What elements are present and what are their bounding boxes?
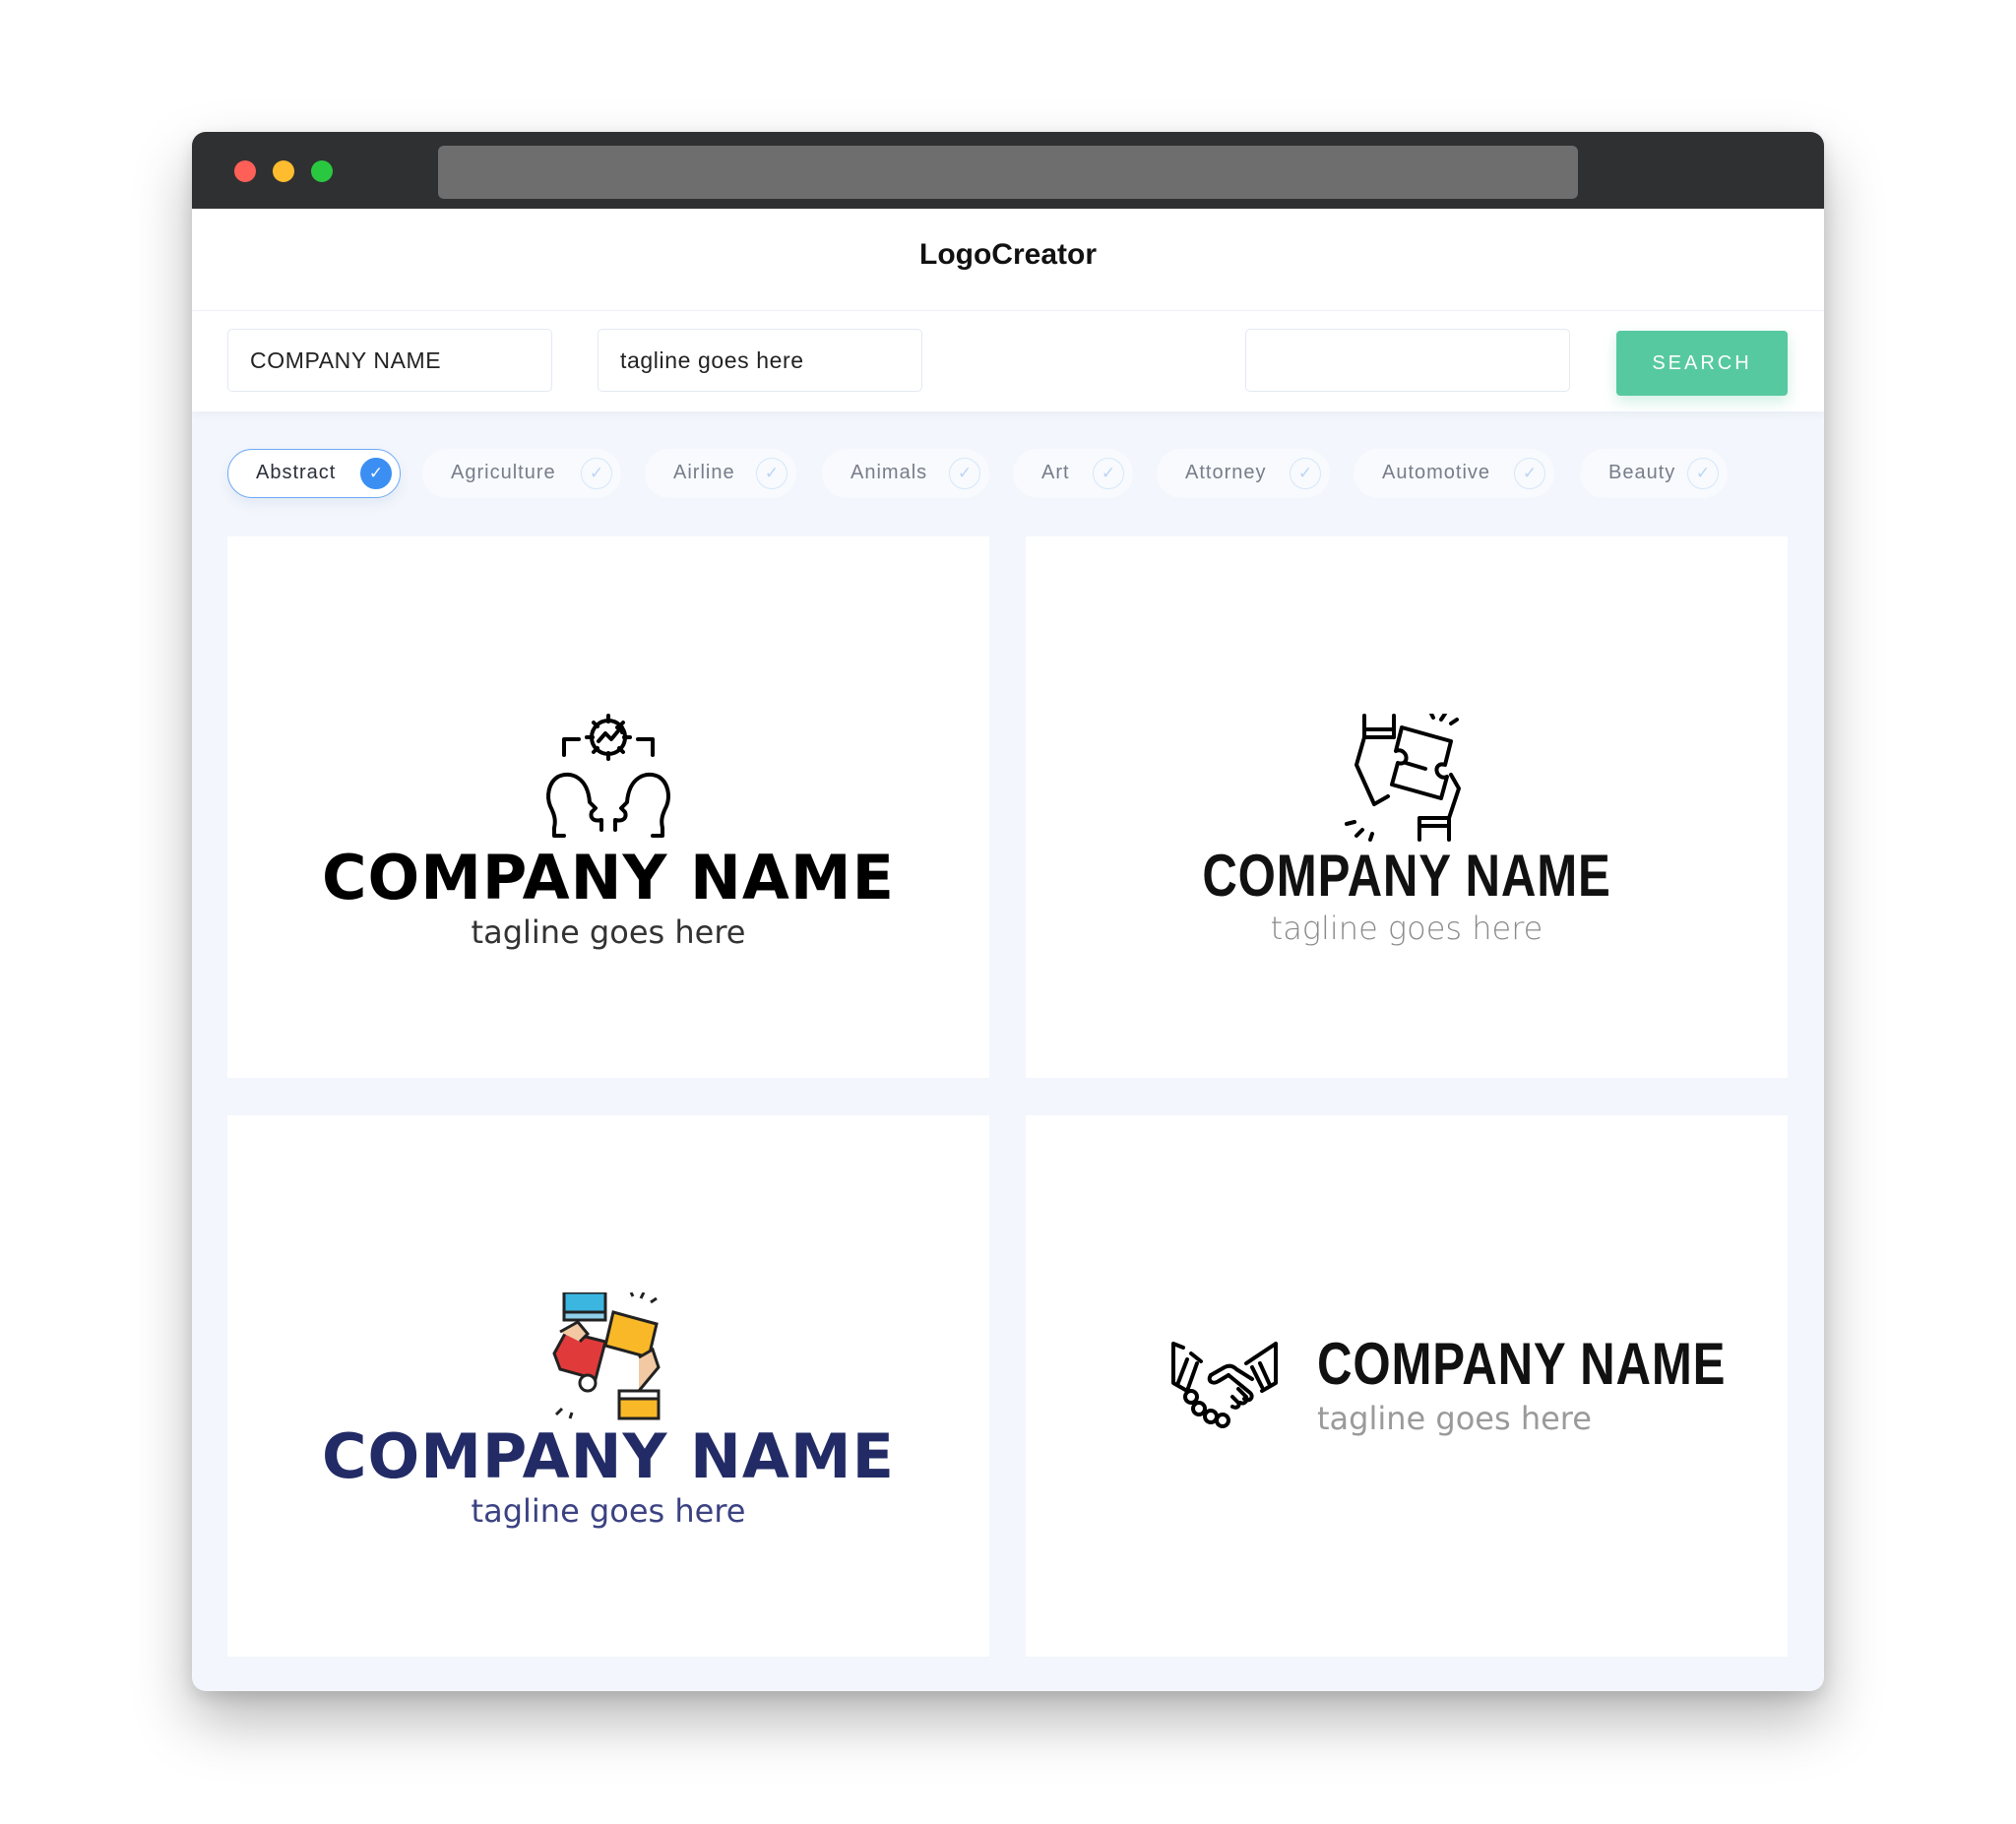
check-icon: ✓	[756, 458, 788, 489]
logo-company-name: COMPANY NAME	[1317, 1331, 1727, 1397]
search-button[interactable]: SEARCH	[1616, 331, 1788, 396]
logo-company-name: COMPANY NAME	[1202, 843, 1611, 909]
heads-gear-icon	[546, 714, 670, 838]
category-label: Animals	[850, 462, 928, 483]
category-chip-art[interactable]: Art ✓	[1013, 449, 1133, 498]
check-icon: ✓	[949, 458, 980, 489]
logo-company-name: COMPANY NAME	[322, 1420, 895, 1492]
app-header: LogoCreator	[192, 209, 1824, 311]
logo-card[interactable]: COMPANY NAME tagline goes here	[1026, 536, 1788, 1078]
logo-card[interactable]: COMPANY NAME tagline goes here	[227, 1115, 989, 1657]
company-name-input[interactable]: COMPANY NAME	[227, 329, 552, 392]
category-label: Airline	[673, 462, 735, 483]
logo-card[interactable]: COMPANY NAME tagline goes here	[227, 536, 989, 1078]
handshake-icon	[1171, 1342, 1278, 1428]
app-title: LogoCreator	[919, 238, 1097, 271]
category-chip-airline[interactable]: Airline ✓	[645, 449, 796, 498]
category-label: Attorney	[1185, 462, 1267, 483]
logo-card[interactable]: COMPANY NAME tagline goes here	[1026, 1115, 1788, 1657]
check-icon: ✓	[1687, 458, 1719, 489]
category-label: Automotive	[1382, 462, 1491, 483]
close-window-button[interactable]	[234, 160, 256, 182]
category-label: Agriculture	[451, 462, 556, 483]
category-chip-beauty[interactable]: Beauty ✓	[1580, 449, 1728, 498]
category-label: Art	[1041, 462, 1070, 483]
category-label: Beauty	[1608, 462, 1676, 483]
category-chip-abstract[interactable]: Abstract ✓	[227, 449, 401, 498]
category-chip-animals[interactable]: Animals ✓	[822, 449, 989, 498]
check-icon: ✓	[360, 458, 392, 489]
logo-tagline: tagline goes here	[471, 1492, 746, 1530]
check-icon: ✓	[1514, 458, 1545, 489]
title-bar	[192, 132, 1824, 209]
logo-tagline: tagline goes here	[471, 913, 746, 951]
search-row: COMPANY NAME tagline goes here SEARCH	[192, 311, 1824, 411]
address-bar[interactable]	[438, 146, 1578, 199]
browser-window: LogoCreator COMPANY NAME tagline goes he…	[192, 132, 1824, 1691]
minimize-window-button[interactable]	[273, 160, 294, 182]
check-icon: ✓	[1290, 458, 1321, 489]
keyword-input[interactable]	[1245, 329, 1570, 392]
check-icon: ✓	[581, 458, 612, 489]
maximize-window-button[interactable]	[311, 160, 333, 182]
puzzle-hands-outline-icon	[1345, 714, 1461, 842]
category-chip-automotive[interactable]: Automotive ✓	[1354, 449, 1554, 498]
tagline-input[interactable]: tagline goes here	[598, 329, 922, 392]
logo-tagline: tagline goes here	[1317, 1400, 1592, 1437]
category-chip-agriculture[interactable]: Agriculture ✓	[422, 449, 621, 498]
logo-company-name: COMPANY NAME	[322, 842, 895, 913]
puzzle-hands-color-icon	[552, 1292, 661, 1420]
category-filter-row: Abstract ✓ Agriculture ✓ Airline ✓ Anima…	[192, 427, 1824, 516]
check-icon: ✓	[1093, 458, 1124, 489]
category-label: Abstract	[256, 462, 337, 483]
category-chip-attorney[interactable]: Attorney ✓	[1157, 449, 1330, 498]
logo-tagline: tagline goes here	[1270, 910, 1544, 947]
